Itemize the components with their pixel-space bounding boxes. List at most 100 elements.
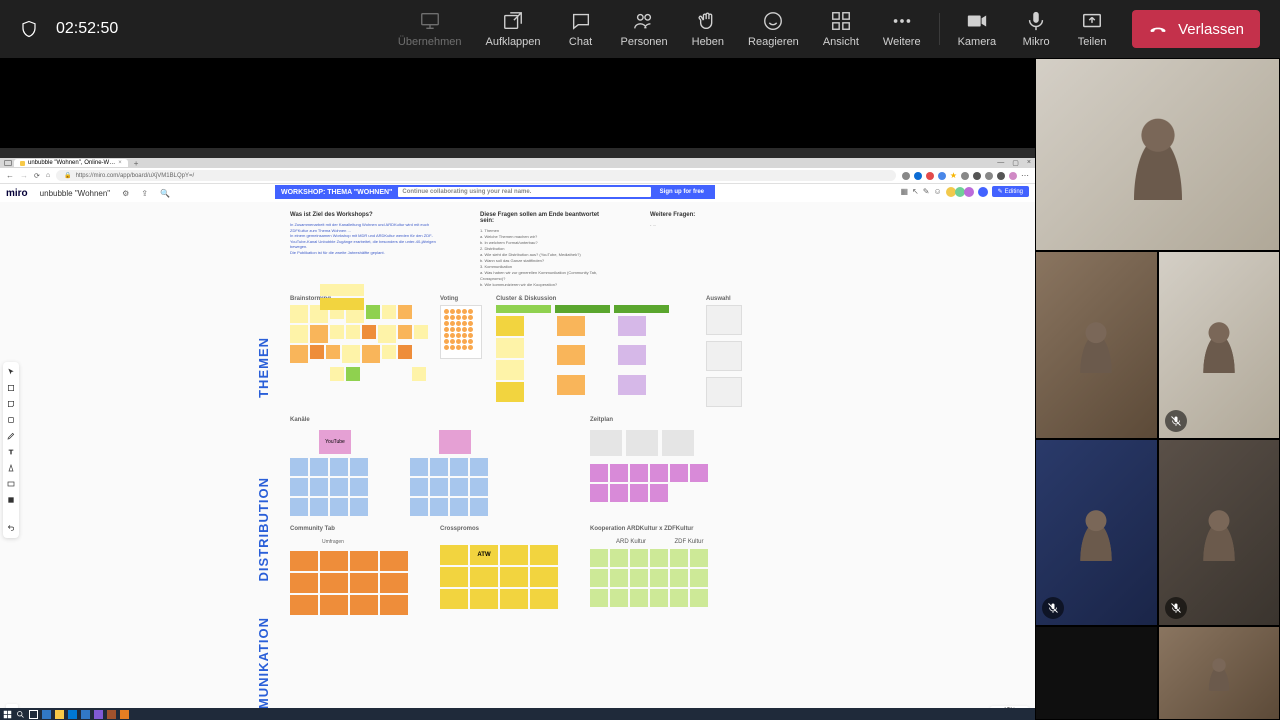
select-tool-icon[interactable] <box>7 368 15 376</box>
tab-close-icon[interactable]: × <box>118 160 122 166</box>
window-close-icon[interactable]: × <box>1027 159 1031 167</box>
participant-video <box>1073 317 1119 373</box>
reaction-icon[interactable]: ☺ <box>933 187 941 196</box>
pen-tool-icon[interactable] <box>7 432 15 440</box>
popout-button[interactable]: Aufklappen <box>473 4 552 54</box>
more-button[interactable]: Weitere <box>871 4 933 54</box>
view-button[interactable]: Ansicht <box>811 4 871 54</box>
community-stickies[interactable] <box>290 551 420 615</box>
miro-logo[interactable]: miro <box>6 188 28 199</box>
monitor-icon <box>419 10 441 32</box>
extension-icon[interactable] <box>973 172 981 180</box>
search-icon[interactable] <box>16 710 25 719</box>
channel-sticky[interactable] <box>439 430 471 454</box>
url-field[interactable]: 🔒 https://miro.com/app/board/uXjVM1BLQpY… <box>56 170 896 181</box>
extension-icon[interactable] <box>902 172 910 180</box>
taskbar-app-icon[interactable] <box>68 710 77 719</box>
browser-tab[interactable]: unbubble "Wohnen", Online-W… × <box>14 159 128 167</box>
window-maximize-icon[interactable]: ▢ <box>1012 159 1019 167</box>
auswahl-slot[interactable] <box>706 305 742 335</box>
undo-icon[interactable] <box>7 524 15 532</box>
microphone-button[interactable]: Mikro <box>1008 4 1064 54</box>
people-button[interactable]: Personen <box>609 4 680 54</box>
export-icon[interactable]: ⇪ <box>141 189 148 198</box>
crosspromo-stickies[interactable]: ATW <box>440 545 570 609</box>
extension-icon[interactable] <box>961 172 969 180</box>
video-tile[interactable] <box>1158 251 1280 439</box>
miro-canvas[interactable]: Was ist Ziel des Workshops? In Zusammena… <box>0 202 1035 720</box>
chat-button[interactable]: Chat <box>553 4 609 54</box>
meeting-controls: Übernehmen Aufklappen Chat Personen Hebe… <box>386 4 1260 54</box>
taskbar-app-icon[interactable] <box>94 710 103 719</box>
collab-name-input[interactable]: Continue collaborating using your real n… <box>398 187 650 197</box>
search-icon[interactable]: 🔍 <box>160 189 170 198</box>
youtube-sticky[interactable]: YouTube <box>319 430 351 454</box>
leave-button[interactable]: Verlassen <box>1132 10 1260 48</box>
taskbar-app-icon[interactable] <box>81 710 90 719</box>
signup-button[interactable]: Sign up for free <box>655 187 709 197</box>
browser-menu-icon[interactable]: ⋯ <box>1021 171 1029 180</box>
group-label: Voting <box>440 296 486 302</box>
editing-badge[interactable]: ✎Editing <box>992 186 1029 197</box>
section-label-themen: THEMEN <box>256 337 271 398</box>
grid-icon <box>830 10 852 32</box>
atw-sticky[interactable]: ATW <box>470 545 498 565</box>
taskbar-app-icon[interactable] <box>107 710 116 719</box>
react-button[interactable]: Reagieren <box>736 4 811 54</box>
camera-button[interactable]: Kamera <box>946 4 1009 54</box>
taskbar-app-icon[interactable] <box>42 710 51 719</box>
windows-start-icon[interactable] <box>3 710 12 719</box>
nav-home-icon[interactable]: ⌂ <box>46 172 50 179</box>
participant-video <box>1073 505 1119 561</box>
bookmark-star-icon[interactable]: ★ <box>950 171 957 180</box>
shape-tool-icon[interactable] <box>7 416 15 424</box>
miro-board-title[interactable]: unbubble "Wohnen" <box>40 189 110 198</box>
comment-tool-icon[interactable] <box>7 496 15 504</box>
taskbar-app-icon[interactable] <box>55 710 64 719</box>
cursor-icon[interactable]: ↖ <box>912 187 919 196</box>
lock-icon: 🔒 <box>64 172 71 179</box>
nav-back-icon[interactable]: ← <box>6 171 14 180</box>
video-tile[interactable] <box>1158 626 1280 720</box>
extension-icon[interactable] <box>997 172 1005 180</box>
video-tile[interactable] <box>1035 58 1280 251</box>
nav-reload-icon[interactable]: ⟳ <box>34 172 40 180</box>
group-label: Crosspromos <box>440 526 580 532</box>
new-tab-button[interactable]: + <box>130 159 143 168</box>
line-tool-icon[interactable] <box>7 464 15 472</box>
frame-tool-icon[interactable] <box>7 480 15 488</box>
profile-avatar-icon[interactable] <box>1009 172 1017 180</box>
zeitplan-stickies[interactable] <box>590 464 710 502</box>
apps-icon[interactable]: ▦ <box>900 187 908 196</box>
template-tool-icon[interactable] <box>7 384 15 392</box>
raise-hand-button[interactable]: Heben <box>680 4 736 54</box>
extension-icon[interactable] <box>938 172 946 180</box>
video-tile[interactable] <box>1035 439 1158 627</box>
board-settings-icon[interactable]: ⚙ <box>122 189 129 198</box>
auswahl-slot[interactable] <box>706 377 742 407</box>
window-minimize-icon[interactable]: — <box>997 159 1004 167</box>
comment-icon[interactable]: ✎ <box>923 187 930 196</box>
auswahl-slot[interactable] <box>706 341 742 371</box>
video-tile[interactable] <box>1035 626 1158 720</box>
brainstorming-stickies[interactable] <box>290 305 430 381</box>
extension-icon[interactable] <box>926 172 934 180</box>
koop-stickies[interactable] <box>590 549 720 607</box>
extension-icon[interactable] <box>985 172 993 180</box>
tab-overview-icon[interactable] <box>4 160 12 166</box>
intro-questions-text: 1. Themen a. Welche Themen machen wir? b… <box>480 228 610 288</box>
voting-dotgrid[interactable] <box>440 305 482 359</box>
extension-icon[interactable] <box>914 172 922 180</box>
nav-forward-icon[interactable]: → <box>20 171 28 180</box>
text-tool-icon[interactable] <box>7 448 15 456</box>
video-tile[interactable] <box>1158 439 1280 627</box>
video-tile[interactable] <box>1035 251 1158 439</box>
taskbar-app-icon[interactable] <box>120 710 129 719</box>
collaborator-avatar[interactable] <box>964 187 974 197</box>
task-view-icon[interactable] <box>29 710 38 719</box>
take-control-button[interactable]: Übernehmen <box>386 4 474 54</box>
share-button[interactable]: Teilen <box>1064 4 1120 54</box>
present-button[interactable] <box>978 187 988 197</box>
miro-header: miro unbubble "Wohnen" ⚙ ⇪ 🔍 WORKSHOP: T… <box>0 184 1035 202</box>
sticky-tool-icon[interactable] <box>7 400 15 408</box>
